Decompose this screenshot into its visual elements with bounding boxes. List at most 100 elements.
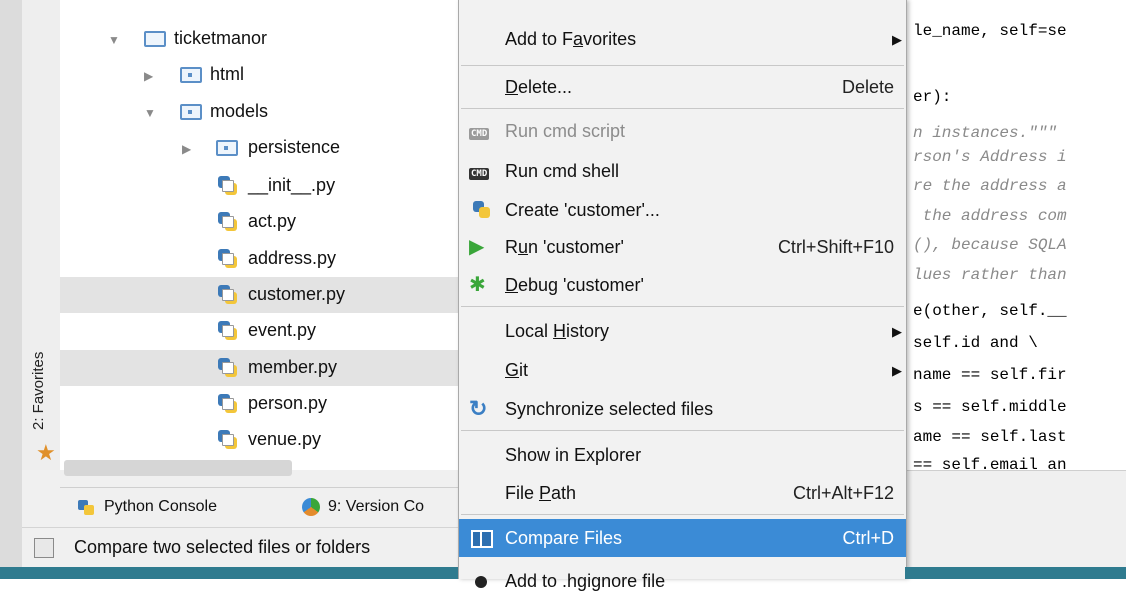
tree-item-act[interactable]: act.py [60, 204, 458, 240]
menu-item-label: Add to Favorites [505, 29, 637, 49]
menu-item-file-path[interactable]: File Path Ctrl+Alt+F12 [459, 474, 906, 512]
menu-item-label: Delete... [505, 77, 573, 97]
menu-item-compare-files[interactable]: Compare Files Ctrl+D [459, 519, 906, 557]
menu-item-run-customer[interactable]: ▶ Run 'customer' Ctrl+Shift+F10 [459, 228, 906, 266]
submenu-arrow-icon: ▶ [892, 363, 902, 378]
tree-item-models[interactable]: ▼ models [60, 94, 458, 130]
menu-item-debug-customer[interactable]: ✱ Debug 'customer' [459, 266, 906, 304]
menu-item-label: Git [505, 360, 529, 380]
menu-separator [461, 514, 904, 515]
menu-item-run-cmd-script[interactable]: CMD Run cmd script [459, 112, 906, 150]
collapsed-arrow-icon[interactable]: ▶ [144, 69, 153, 83]
tree-item-event[interactable]: event.py [60, 313, 458, 349]
menu-item-label: Create 'customer'... [505, 200, 660, 220]
tree-item-label: act.py [248, 211, 297, 231]
compare-icon [469, 527, 493, 549]
code-line: rson's Address i [913, 148, 1067, 166]
python-file-icon [218, 321, 238, 341]
outer-edge [0, 0, 22, 579]
code-line: (), because SQLA [913, 236, 1067, 254]
tool-window-bar: Python Console 9: Version Co [60, 487, 458, 528]
tree-item-label: member.py [248, 357, 338, 377]
tree-item-venue[interactable]: venue.py [60, 422, 458, 458]
submenu-arrow-icon: ▶ [892, 324, 902, 339]
menu-item-delete[interactable]: Delete... Delete [459, 68, 906, 106]
code-line: ame == self.last [913, 428, 1067, 446]
horizontal-scrollbar[interactable] [64, 460, 292, 476]
tree-item-address[interactable]: address.py [60, 241, 458, 277]
menu-item-run-cmd-shell[interactable]: CMD Run cmd shell [459, 152, 906, 190]
tree-item-label: html [210, 64, 245, 84]
python-file-icon [218, 212, 238, 232]
version-control-tab[interactable]: 9: Version Co [302, 498, 424, 516]
debug-bug-icon: ✱ [469, 274, 486, 296]
code-line: name == self.fir [913, 366, 1067, 384]
code-line: lues rather than [913, 266, 1067, 284]
menu-item-synchronize[interactable]: ↻ Synchronize selected files [459, 390, 906, 428]
package-folder-icon [180, 104, 202, 120]
menu-item-label: Local History [505, 321, 610, 341]
menu-item-label: Show in Explorer [505, 445, 642, 465]
python-file-icon [218, 358, 238, 378]
code-line: n instances.""" [913, 124, 1058, 142]
editor-bottom-panel [905, 470, 1126, 568]
tree-item-label: address.py [248, 248, 337, 268]
favorites-strip[interactable]: 2: Favorites ★ [22, 0, 61, 470]
version-control-icon [302, 498, 320, 516]
menu-item-git[interactable]: Git ▶ [459, 351, 906, 389]
package-folder-icon [180, 67, 202, 83]
code-line: re the address a [913, 177, 1067, 195]
tree-item-label: ticketmanor [174, 28, 268, 48]
menu-item-shortcut: Ctrl+Shift+F10 [777, 237, 894, 257]
menu-item-label: Run cmd script [505, 121, 626, 141]
menu-item-local-history[interactable]: Local History ▶ [459, 312, 906, 350]
context-menu: Add to Favorites ▶ Delete... Delete CMD … [458, 0, 907, 591]
python-file-icon [218, 394, 238, 414]
window-bottom-edge [0, 567, 458, 579]
window-bottom-edge [905, 567, 1126, 579]
menu-separator [461, 430, 904, 431]
status-bar: Compare two selected files or folders [22, 527, 462, 568]
code-line: le_name, self=se [913, 22, 1067, 40]
menu-item-label: Add to .hgignore file [505, 571, 666, 591]
tree-item-customer[interactable]: customer.py [60, 277, 458, 313]
menu-separator [461, 108, 904, 109]
code-editor[interactable]: le_name, self=se er): n instances.""" rs… [905, 0, 1126, 470]
sync-icon: ↻ [469, 396, 488, 421]
menu-item-shortcut: Delete [841, 77, 894, 97]
menu-item-label: Synchronize selected files [505, 399, 714, 419]
menu-item-add-to-favorites[interactable]: Add to Favorites ▶ [459, 20, 906, 58]
tree-item-label: venue.py [248, 429, 322, 449]
code-line: s == self.middle [913, 398, 1067, 416]
tree-item-label: customer.py [248, 284, 346, 304]
expanded-arrow-icon[interactable]: ▼ [144, 106, 156, 120]
menu-item-label: Debug 'customer' [505, 275, 644, 295]
status-text: Compare two selected files or folders [74, 537, 371, 557]
python-console-tab[interactable]: Python Console [78, 498, 217, 516]
tree-item-init[interactable]: __init__.py [60, 168, 458, 204]
cmd-icon: CMD [469, 128, 490, 140]
code-line: e(other, self.__ [913, 302, 1067, 320]
menu-item-create-customer[interactable]: Create 'customer'... [459, 191, 906, 229]
favorites-tab-label[interactable]: 2: Favorites [30, 352, 47, 430]
menu-item-shortcut: Ctrl+Alt+F12 [792, 483, 894, 503]
menu-item-show-in-explorer[interactable]: Show in Explorer [459, 436, 906, 474]
tree-item-html[interactable]: ▶ html [60, 57, 458, 93]
menu-item-add-to-hgignore[interactable]: Add to .hgignore file [459, 562, 906, 600]
code-line: self.id and \ [913, 334, 1038, 352]
python-file-icon [218, 285, 238, 305]
tree-item-ticketmanor[interactable]: ▼ ticketmanor [60, 21, 458, 57]
menu-separator [461, 65, 904, 66]
menu-item-label: Compare Files [505, 528, 623, 548]
menu-item-shortcut: Ctrl+D [842, 528, 894, 548]
python-file-icon [218, 249, 238, 269]
tool-windows-toggle-icon[interactable] [34, 538, 54, 558]
tree-item-member[interactable]: member.py [60, 350, 458, 386]
expanded-arrow-icon[interactable]: ▼ [108, 33, 120, 47]
menu-item-label: File Path [505, 483, 577, 503]
tree-item-person[interactable]: person.py [60, 386, 458, 422]
tree-item-label: person.py [248, 393, 328, 413]
tree-item-persistence[interactable]: ▶ persistence [60, 130, 458, 166]
package-folder-icon [216, 140, 238, 156]
collapsed-arrow-icon[interactable]: ▶ [182, 142, 191, 156]
